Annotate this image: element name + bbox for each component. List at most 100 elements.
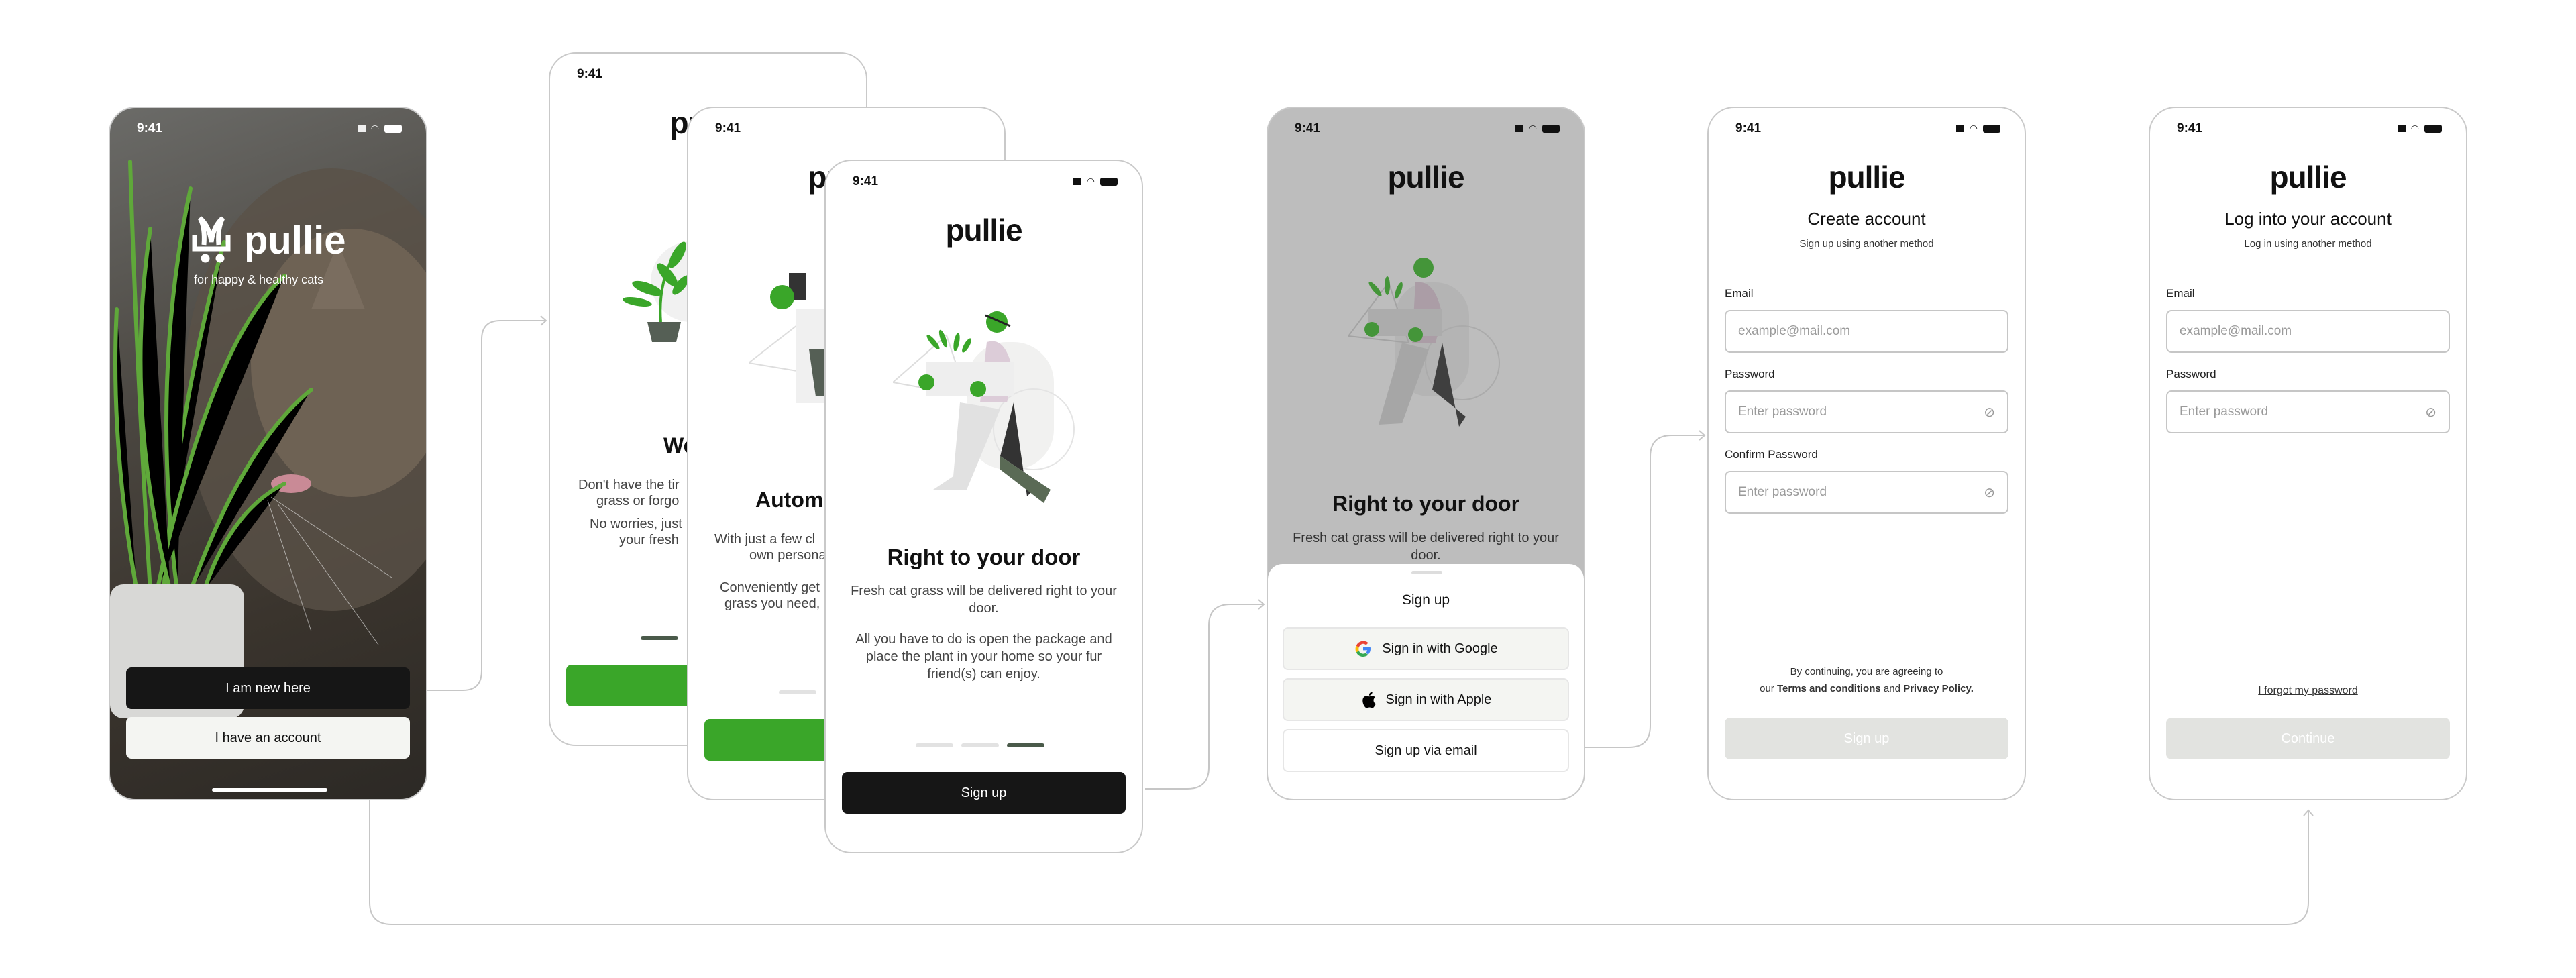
page-dot-1 [916, 743, 953, 747]
page-indicator [916, 743, 1044, 747]
terms-intro: By continuing, you are agreeing to [1790, 666, 1943, 677]
home-indicator [212, 788, 327, 792]
google-icon [1355, 641, 1371, 657]
page-dot-2 [961, 743, 999, 747]
onboarding-text: grass you need, [724, 596, 820, 611]
email-signup-label: Sign up via email [1375, 743, 1477, 758]
sheet-title: Sign up [1401, 592, 1450, 608]
page-dot [779, 690, 816, 694]
signal-icon [1069, 178, 1081, 185]
status-time: 9:41 [2177, 121, 2203, 135]
apple-signin-button[interactable]: Sign in with Apple [1283, 678, 1569, 721]
confirm-password-placeholder: Enter password [1738, 485, 1827, 499]
login-screen: 9:41 ◠ pullie Log into your account Log … [2149, 107, 2467, 800]
google-signin-label: Sign in with Google [1382, 641, 1498, 656]
wifi-icon: ◠ [1528, 123, 1537, 133]
battery-icon [2424, 124, 2442, 133]
signal-icon [354, 125, 366, 132]
page-title: Create account [1807, 209, 1926, 229]
email-signup-button[interactable]: Sign up via email [1283, 729, 1569, 772]
splash-screen: 9:41 ◠ pullie for happy & healthy cats I… [109, 107, 427, 800]
battery-icon [1983, 124, 2000, 133]
status-bar: 9:41 ◠ [1709, 119, 2025, 139]
brand-logo: pullie [1387, 160, 1464, 195]
brand-logo: pullie [945, 213, 1022, 248]
connector-email-to-create [1585, 430, 1706, 748]
password-label: Password [2166, 368, 2216, 380]
status-time: 9:41 [577, 67, 603, 81]
onboarding-text: Fresh cat grass will be delivered right … [851, 584, 1117, 616]
onboarding-text: No worries, just [590, 517, 682, 531]
eye-off-icon[interactable]: ⊘ [1984, 484, 1995, 501]
status-bar: 9:41 ◠ [826, 172, 1142, 192]
alt-signup-link[interactable]: Sign up using another method [1709, 238, 2025, 250]
onboarding-text: grass or forgo [596, 494, 680, 508]
onboarding-text: All you have to do is open the package a… [855, 632, 1112, 682]
bottom-sheet: Sign up Sign in with Google Sign in with… [1268, 564, 1584, 799]
confirm-password-input[interactable]: Enter password ⊘ [1725, 471, 2008, 514]
status-time: 9:41 [853, 174, 879, 188]
page-title: Log into your account [2224, 209, 2392, 229]
pullie-logo-icon [192, 216, 231, 263]
splash-brand: pullie [244, 219, 346, 262]
connector-signup-to-sheet [1145, 599, 1265, 790]
wifi-icon: ◠ [2410, 123, 2419, 133]
status-bar: 9:41 [688, 119, 1004, 139]
eye-off-icon[interactable]: ⊘ [2425, 404, 2436, 421]
status-time: 9:41 [137, 121, 163, 135]
password-input[interactable]: Enter password ⊘ [1725, 390, 2008, 433]
email-input[interactable]: example@mail.com [2166, 310, 2450, 353]
onboarding-text: your fresh [619, 533, 679, 547]
brand-logo: pullie [2269, 160, 2347, 195]
delivery-illustration [893, 311, 1075, 503]
onboarding-text: own persona [749, 548, 826, 563]
connector-new-to-onboarding [427, 315, 547, 691]
email-placeholder: example@mail.com [1738, 324, 1851, 338]
onboarding-title: Automa [755, 488, 836, 512]
email-label: Email [2166, 287, 2195, 300]
status-time: 9:41 [1295, 121, 1321, 135]
sign-up-button[interactable]: Sign up [842, 772, 1126, 814]
password-placeholder: Enter password [2180, 404, 2269, 419]
onboarding-screen-3: 9:41 ◠ pullie Right to your door Fresh c… [824, 160, 1143, 853]
battery-icon [1100, 177, 1118, 186]
wifi-icon: ◠ [1969, 123, 1978, 133]
signal-icon [1952, 125, 1964, 132]
brand-logo: pullie [1828, 160, 1905, 195]
signal-icon [2394, 125, 2406, 132]
password-placeholder: Enter password [1738, 404, 1827, 419]
wifi-icon: ◠ [1086, 176, 1095, 186]
forgot-password-link[interactable]: I forgot my password [2150, 685, 2466, 697]
password-label: Password [1725, 368, 1775, 380]
onboarding-text: Don't have the tir [578, 478, 680, 492]
page-indicator [779, 690, 816, 694]
sheet-handle[interactable] [1411, 571, 1442, 574]
signup-sheet-screen: 9:41 ◠ pullie Right to your door Fresh c… [1267, 107, 1585, 800]
sign-up-button[interactable]: Sign up [1725, 718, 2008, 759]
status-bar: 9:41 ◠ [1268, 119, 1584, 139]
status-bar: 9:41 ◠ [2150, 119, 2466, 139]
privacy-link[interactable]: Privacy Policy. [1903, 683, 1974, 694]
alt-login-link[interactable]: Log in using another method [2150, 238, 2466, 250]
onboarding-title: Right to your door [887, 545, 1081, 569]
status-bar: 9:41 [550, 64, 866, 85]
terms-and: and [1883, 683, 1900, 694]
page-dot-active [641, 636, 678, 640]
have-account-button[interactable]: I have an account [126, 717, 410, 759]
battery-icon [1542, 124, 1560, 133]
continue-button[interactable]: Continue [2166, 718, 2450, 759]
apple-icon [1362, 692, 1376, 708]
email-placeholder: example@mail.com [2180, 324, 2292, 338]
signal-icon [1511, 125, 1523, 132]
password-input[interactable]: Enter password ⊘ [2166, 390, 2450, 433]
delivery-illustration [1348, 258, 1500, 427]
status-time: 9:41 [1735, 121, 1762, 135]
eye-off-icon[interactable]: ⊘ [1984, 404, 1995, 421]
confirm-password-label: Confirm Password [1725, 448, 1818, 461]
terms-link[interactable]: Terms and conditions [1777, 683, 1881, 694]
connector-account-to-login [369, 800, 2314, 925]
google-signin-button[interactable]: Sign in with Google [1283, 627, 1569, 670]
new-user-button[interactable]: I am new here [126, 667, 410, 709]
status-time: 9:41 [715, 121, 741, 135]
email-input[interactable]: example@mail.com [1725, 310, 2008, 353]
